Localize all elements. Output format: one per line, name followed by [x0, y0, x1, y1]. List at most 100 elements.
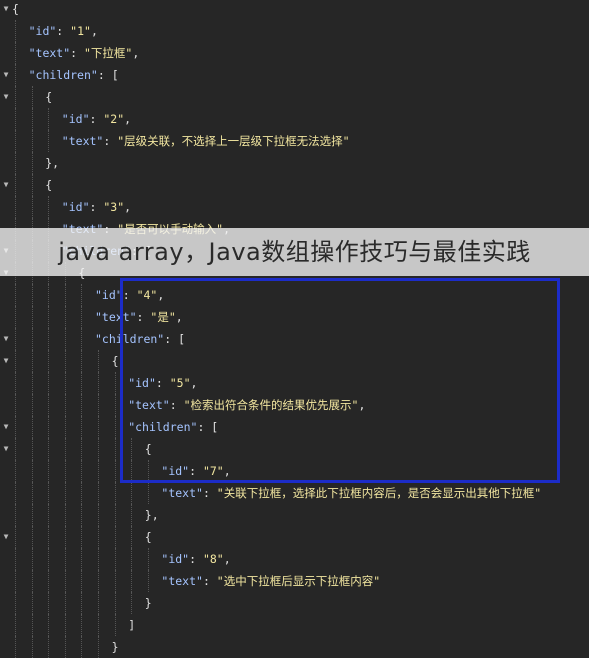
json-key: "text": [61, 134, 104, 148]
indent-guide: [98, 394, 99, 416]
indent-guide: [15, 394, 16, 416]
indent-guide: [31, 548, 33, 570]
fold-toggle-icon[interactable]: ▼: [1, 174, 11, 196]
indent-guide: [15, 284, 16, 306]
indent-guide: [31, 570, 33, 592]
indent-guide: [31, 372, 33, 394]
indent-guide: [98, 548, 99, 570]
code-text: "text": "下拉框",: [29, 42, 140, 64]
indent-guide: [31, 86, 33, 108]
json-key: "id": [61, 112, 90, 126]
indent-guide: [31, 130, 33, 152]
indent-guide: [98, 350, 99, 372]
json-string: "1": [70, 24, 91, 38]
indent-guide: [81, 438, 83, 460]
indent-guide: [147, 482, 149, 504]
indent-guide: [48, 394, 50, 416]
fold-toggle-icon[interactable]: ▼: [1, 526, 11, 548]
fold-toggle-icon[interactable]: ▼: [1, 350, 11, 372]
json-punct: ,: [90, 24, 98, 38]
indent-guide: [31, 416, 33, 438]
indent-guide: [48, 504, 50, 526]
indent-guide: [114, 416, 116, 438]
indent-guide: [15, 482, 16, 504]
fold-toggle-icon[interactable]: ▼: [1, 0, 11, 20]
indent-guide: [15, 130, 16, 152]
indent-guide: [15, 328, 16, 350]
code-text: "text": "层级关联，不选择上一层级下拉框无法选择": [62, 130, 350, 152]
code-text: {: [45, 174, 52, 196]
indent-guide: [48, 592, 50, 614]
indent-guide: [64, 284, 66, 306]
indent-guide: [48, 372, 50, 394]
fold-toggle-icon[interactable]: ▼: [1, 86, 11, 108]
fold-toggle-icon[interactable]: ▼: [1, 438, 11, 460]
indent-guide: [81, 548, 83, 570]
json-punct: :: [89, 200, 104, 214]
indent-guide: [15, 306, 16, 328]
json-string: "关联下拉框，选择此下拉框内容后，是否会显示出其他下拉框": [216, 486, 542, 500]
indent-guide: [98, 526, 99, 548]
indent-guide: [98, 416, 99, 438]
json-string: "2": [103, 112, 125, 126]
indent-guide: [81, 416, 83, 438]
indent-guide: [114, 614, 116, 636]
indent-guide: [98, 460, 99, 482]
fold-toggle-icon[interactable]: ▼: [1, 328, 11, 350]
indent-guide: [64, 570, 66, 592]
code-line: },: [0, 152, 589, 174]
indent-guide: [31, 306, 33, 328]
json-string: "选中下拉框后显示下拉框内容": [216, 574, 381, 588]
indent-guide: [114, 504, 116, 526]
json-punct: ,: [124, 112, 132, 126]
indent-guide: [15, 196, 16, 218]
indent-guide: [64, 350, 66, 372]
indent-guide: [81, 394, 83, 416]
indent-guide: [98, 636, 99, 658]
indent-guide: [81, 570, 83, 592]
indent-guide: [81, 372, 83, 394]
indent-guide: [31, 328, 33, 350]
code-line: ]: [0, 614, 589, 636]
indent-guide: [98, 504, 99, 526]
indent-guide: [31, 152, 33, 174]
code-text: "id": "1",: [29, 20, 98, 42]
indent-guide: [81, 504, 83, 526]
json-string: "下拉框": [84, 46, 133, 60]
indent-guide: [114, 394, 116, 416]
json-punct: {: [111, 354, 119, 368]
fold-toggle-icon[interactable]: ▼: [1, 416, 11, 438]
indent-guide: [31, 196, 33, 218]
indent-guide: [15, 570, 16, 592]
json-punct: {: [45, 90, 53, 104]
code-text: },: [145, 504, 159, 526]
indent-guide: [114, 548, 116, 570]
indent-guide: [31, 504, 33, 526]
indent-guide: [31, 636, 33, 658]
fold-toggle-icon[interactable]: ▼: [1, 64, 11, 86]
indent-guide: [48, 284, 50, 306]
indent-guide: [48, 306, 50, 328]
json-key: "children": [28, 68, 98, 82]
indent-guide: [114, 482, 116, 504]
json-punct: :: [70, 46, 84, 60]
indent-guide: [15, 416, 16, 438]
indent-guide: [81, 614, 83, 636]
code-line: "id": "1",: [0, 20, 589, 42]
indent-guide: [48, 548, 50, 570]
indent-guide: [81, 482, 83, 504]
indent-guide: [114, 592, 116, 614]
json-key: "id": [95, 288, 123, 302]
indent-guide: [98, 570, 99, 592]
json-punct: ,: [124, 200, 132, 214]
code-line: "text": "关联下拉框，选择此下拉框内容后，是否会显示出其他下拉框": [0, 482, 589, 504]
code-text: },: [45, 152, 59, 174]
code-line: }: [0, 592, 589, 614]
indent-guide: [81, 460, 83, 482]
indent-guide: [15, 350, 16, 372]
json-key: "id": [61, 200, 90, 214]
json-punct: :: [202, 486, 217, 500]
indent-guide: [131, 592, 133, 614]
indent-guide: [81, 526, 83, 548]
indent-guide: [15, 108, 16, 130]
